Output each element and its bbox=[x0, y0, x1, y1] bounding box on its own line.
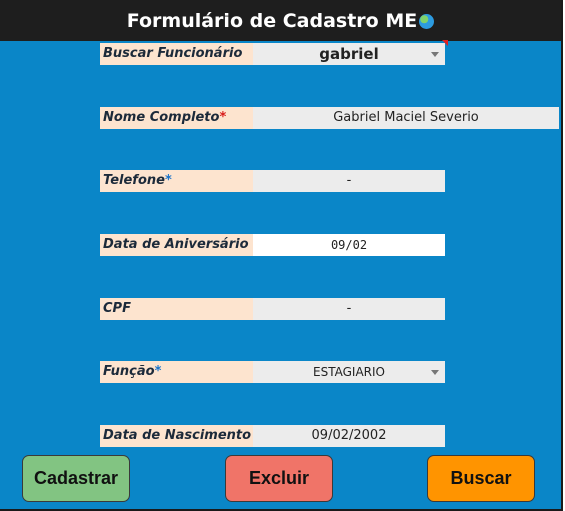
buscar-button[interactable]: Buscar bbox=[427, 455, 535, 502]
funcao-value: ESTAGIARIO bbox=[313, 365, 385, 379]
cpf-value: - bbox=[346, 301, 352, 316]
required-marker: * bbox=[154, 364, 162, 379]
nome-completo-field[interactable]: Gabriel Maciel Severio bbox=[253, 107, 559, 129]
data-aniversario-field[interactable]: 09/02 bbox=[253, 234, 445, 256]
cpf-field[interactable]: - bbox=[253, 298, 445, 320]
excluir-button[interactable]: Excluir bbox=[225, 455, 333, 502]
buscar-funcionario-label: Buscar Funcionário bbox=[100, 43, 253, 65]
telefone-value: - bbox=[346, 173, 352, 188]
buscar-funcionario-value: gabriel bbox=[319, 45, 379, 63]
telefone-field[interactable]: - bbox=[253, 170, 445, 192]
comment-marker-icon bbox=[442, 40, 448, 46]
chevron-down-icon[interactable] bbox=[431, 52, 439, 57]
data-nascimento-label: Data de Nascimento bbox=[100, 425, 253, 447]
required-marker: * bbox=[164, 173, 172, 188]
data-aniversario-label: Data de Aniversário bbox=[100, 234, 253, 256]
form-panel: Formulário de Cadastro ME Buscar Funcion… bbox=[0, 0, 563, 511]
title-bar: Formulário de Cadastro ME bbox=[0, 0, 561, 41]
nome-completo-label: Nome Completo* bbox=[100, 107, 253, 129]
chevron-down-icon[interactable] bbox=[431, 370, 439, 375]
required-marker: * bbox=[219, 110, 227, 125]
data-nascimento-value: 09/02/2002 bbox=[311, 428, 387, 443]
funcao-select[interactable]: ESTAGIARIO bbox=[253, 361, 445, 383]
nome-completo-value: Gabriel Maciel Severio bbox=[333, 110, 479, 125]
globe-icon bbox=[419, 14, 435, 29]
data-aniversario-value: 09/02 bbox=[330, 238, 368, 252]
data-nascimento-field[interactable]: 09/02/2002 bbox=[253, 425, 445, 447]
form-title: Formulário de Cadastro ME bbox=[126, 9, 418, 32]
cpf-label: CPF bbox=[100, 298, 253, 320]
funcao-label: Função* bbox=[100, 361, 253, 383]
buscar-funcionario-select[interactable]: gabriel bbox=[253, 40, 448, 65]
cadastrar-button[interactable]: Cadastrar bbox=[22, 455, 130, 502]
telefone-label: Telefone* bbox=[100, 170, 253, 192]
